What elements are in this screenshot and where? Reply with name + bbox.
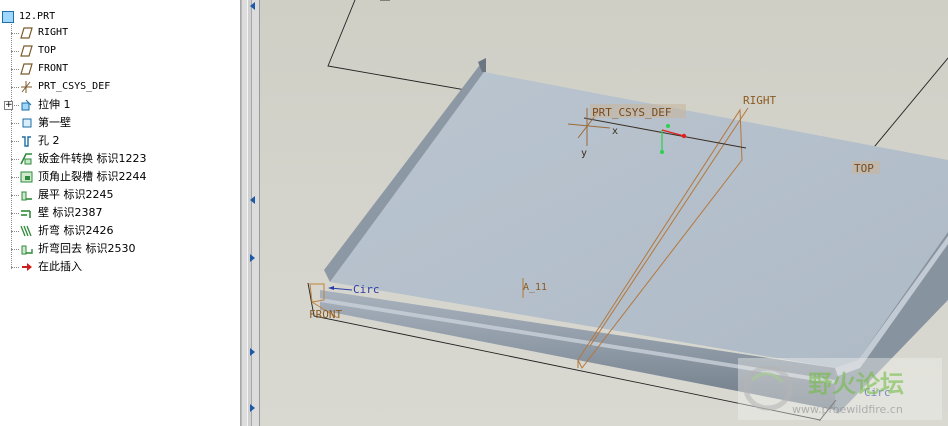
watermark-url: www.proewildfire.cn	[792, 403, 903, 416]
wall-icon	[21, 210, 31, 218]
datum-plane-icon	[20, 27, 33, 39]
circ-left-label: Circ	[353, 283, 380, 296]
first-wall-icon	[22, 118, 32, 128]
sheetmetal-model[interactable]: PRT_CSYS_DEF x y RIGHT TOP FRONT A_11 Ci…	[260, 0, 948, 426]
tree-item-label: 孔 2	[38, 134, 60, 147]
datum-plane-icon	[20, 45, 33, 57]
tree-item-label: 第一壁	[38, 116, 71, 129]
tree-item-label: RIGHT	[38, 27, 69, 38]
collapse-left-arrow-icon[interactable]	[250, 2, 255, 10]
expand-right-arrow-icon[interactable]	[250, 254, 255, 262]
expand-right-arrow-icon[interactable]	[250, 348, 255, 356]
expand-toggle[interactable]: +	[4, 101, 13, 110]
expand-right-arrow-icon[interactable]	[250, 404, 255, 412]
coordinate-system-icon	[21, 81, 32, 93]
tree-guide-line	[11, 24, 12, 269]
tree-item-label: 顶角止裂槽 标识2244	[38, 170, 147, 183]
hole-icon	[22, 136, 31, 147]
tree-item-label: 壁 标识2387	[38, 206, 103, 219]
csys-label: PRT_CSYS_DEF	[592, 106, 671, 119]
tree-item-label: 展平 标识2245	[38, 188, 114, 201]
part-icon	[2, 11, 14, 23]
model-tree[interactable]: 12.PRT RIGHT TOP FRONT PRT_CSYS_DEF 拉伸 1	[0, 0, 241, 426]
bend-back-icon	[21, 245, 33, 255]
bend-icon	[20, 225, 32, 237]
collapse-left-arrow-icon[interactable]	[250, 196, 255, 204]
extrude-icon	[21, 99, 32, 111]
tree-item-label: PRT_CSYS_DEF	[38, 81, 111, 92]
top-plane-label: TOP	[854, 162, 874, 175]
tree-item-label: 钣金件转换 标识1223	[38, 152, 147, 165]
watermark-title: 野火论坛	[808, 370, 904, 398]
y-axis-label: y	[581, 148, 587, 159]
corner-relief-icon	[20, 171, 33, 183]
tree-item-label: 拉伸 1	[38, 98, 71, 111]
tree-item-label: FRONT	[38, 63, 69, 74]
front-plane-label: FRONT	[309, 308, 342, 321]
axis-label: A_11	[523, 282, 547, 293]
x-axis-label: x	[612, 126, 618, 137]
tree-item-label: 在此插入	[38, 260, 82, 273]
graphics-viewport[interactable]: PRT_CSYS_DEF x y RIGHT TOP FRONT A_11 Ci…	[260, 0, 948, 426]
right-plane-label: RIGHT	[743, 94, 776, 107]
unbend-icon	[21, 191, 32, 201]
panel-splitter[interactable]	[241, 0, 260, 426]
tree-item-label: 折弯 标识2426	[38, 224, 114, 237]
sheetmetal-convert-icon	[20, 153, 32, 165]
tree-item-label: TOP	[38, 45, 57, 56]
tree-item-label: 折弯回去 标识2530	[38, 242, 136, 255]
datum-plane-icon	[20, 63, 33, 75]
insert-here-arrow-icon	[22, 263, 32, 271]
forum-watermark: 野火论坛 www.proewildfire.cn	[738, 358, 942, 420]
